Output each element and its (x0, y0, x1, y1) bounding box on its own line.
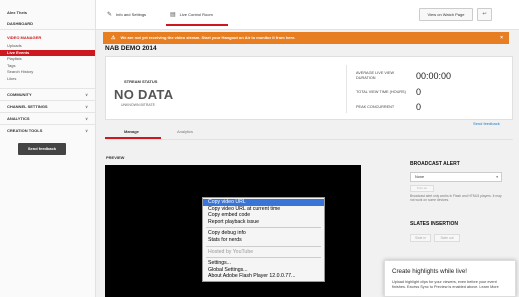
divider (105, 139, 513, 140)
tab-manage[interactable]: Manage (124, 129, 139, 134)
back-arrow-icon: ↩ (482, 11, 487, 17)
warning-text: We are not yet receiving the video strea… (120, 35, 296, 40)
stream-status-label: STREAM STATUS (124, 79, 158, 84)
close-icon[interactable]: × (500, 32, 503, 44)
chevron-down-icon: ▾ (496, 175, 498, 179)
highlights-title: Create highlights while live! (392, 268, 467, 275)
bitrate-label: UNKNOWN BITRATE (121, 103, 155, 107)
menu-separator (206, 245, 321, 247)
slate-out-button[interactable]: Slate out (434, 234, 460, 242)
metric-label-avg-duration: AVERAGE LIVE VIEW DURATION (356, 71, 395, 80)
menu-item-stats-for-nerds[interactable]: Stats for nerds (203, 237, 324, 244)
top-toolbar: ✎ Info and Settings ▤ Live Control Room … (96, 0, 519, 30)
sidebar-group-channel-settings[interactable]: CHANNEL SETTINGS ∨ (0, 100, 95, 112)
sidebar-section-video-manager[interactable]: VIDEO MANAGER (0, 32, 95, 43)
warning-icon: ⚠ (111, 35, 116, 41)
metric-label-peak-concurrent: PEAK CONCURRENT (356, 105, 395, 109)
menu-separator (206, 257, 321, 259)
menu-item-copy-video-url[interactable]: Copy video URL (203, 199, 324, 206)
send-feedback-button[interactable]: Send feedback (18, 143, 66, 155)
event-title: NAB DEMO 2014 (105, 45, 157, 52)
tab-label: Info and Settings (116, 12, 147, 17)
view-on-watch-page-button[interactable]: View on Watch Page (419, 8, 473, 21)
control-room-icon: ▤ (170, 12, 176, 18)
sidebar-group-label: ANALYTICS (7, 116, 30, 121)
active-tab-indicator (166, 24, 228, 26)
sidebar-group-label: COMMUNITY (7, 92, 32, 97)
slate-in-button[interactable]: Slate in (410, 234, 431, 242)
preview-label: PREVIEW (106, 155, 125, 160)
chevron-down-icon: ∨ (85, 128, 88, 133)
sidebar-item-dashboard[interactable]: DASHBOARD (0, 18, 95, 30)
menu-item-about-flash-player[interactable]: About Adobe Flash Player 12.0.0.77... (203, 273, 324, 280)
slates-insertion-title: SLATES INSERTION (410, 221, 458, 227)
metric-value-total-view-time: 0 (416, 87, 422, 97)
sidebar-group-analytics[interactable]: ANALYTICS ∨ (0, 112, 95, 124)
broadcast-alert-select[interactable]: None ▾ (410, 172, 502, 182)
stream-status-value: NO DATA (114, 87, 174, 102)
tab-analytics[interactable]: Analytics (177, 129, 193, 134)
chevron-down-icon: ∨ (85, 92, 88, 97)
tab-info-and-settings[interactable]: ✎ Info and Settings (107, 11, 146, 18)
menu-item-copy-video-url-at-time[interactable]: Copy video URL at current time (203, 206, 324, 213)
tab-live-control-room[interactable]: ▤ Live Control Room (170, 11, 213, 18)
metric-value-peak-concurrent: 0 (416, 102, 422, 112)
panel-divider (346, 65, 347, 113)
sidebar-group-community[interactable]: COMMUNITY ∨ (0, 88, 95, 100)
sidebar-group-label: CHANNEL SETTINGS (7, 104, 48, 109)
metric-value-avg-duration: 00:00:00 (416, 71, 452, 81)
menu-item-global-settings[interactable]: Global Settings... (203, 267, 324, 274)
warning-banner: ⚠ We are not yet receiving the video str… (103, 32, 509, 44)
tab-label: Live Control Room (179, 12, 213, 17)
sidebar-group-label: CREATION TOOLS (7, 128, 43, 133)
menu-item-copy-embed-code[interactable]: Copy embed code (203, 212, 324, 219)
broadcast-alert-title: BROADCAST ALERT (410, 161, 460, 167)
highlights-description: Upload highlight clips for your viewers,… (392, 280, 499, 289)
stream-status-panel: STREAM STATUS NO DATA UNKNOWN BITRATE AV… (105, 56, 513, 120)
send-feedback-link[interactable]: Send feedback (473, 121, 500, 126)
pencil-icon: ✎ (107, 12, 113, 18)
menu-separator (206, 227, 321, 229)
highlights-popup: Create highlights while live! Upload hig… (384, 260, 516, 297)
menu-item-report-playback-issue[interactable]: Report playback issue (203, 219, 324, 226)
menu-item-settings[interactable]: Settings... (203, 260, 324, 267)
chevron-down-icon: ∨ (85, 104, 88, 109)
app-window: Alex Theis DASHBOARD VIDEO MANAGER Uploa… (0, 0, 519, 297)
back-button[interactable]: ↩ (477, 8, 492, 21)
metric-label-total-view-time: TOTAL VIEW TIME (HOURS) (356, 90, 406, 94)
menu-item-hosted-by-youtube: Hosted by YouTube (208, 248, 254, 255)
flash-context-menu: Copy video URL Copy video URL at current… (202, 197, 325, 282)
chevron-down-icon: ∨ (85, 116, 88, 121)
menu-item-copy-debug-info[interactable]: Copy debug info (203, 230, 324, 237)
broadcast-alert-note: Broadcast alert only works in Flash and … (410, 194, 502, 202)
channel-name[interactable]: Alex Theis (0, 8, 95, 18)
sidebar: Alex Theis DASHBOARD VIDEO MANAGER Uploa… (0, 0, 96, 297)
select-value: None (415, 175, 425, 179)
turn-on-button[interactable]: Turn on (410, 185, 434, 192)
sidebar-group-creation-tools[interactable]: CREATION TOOLS ∨ (0, 124, 95, 136)
